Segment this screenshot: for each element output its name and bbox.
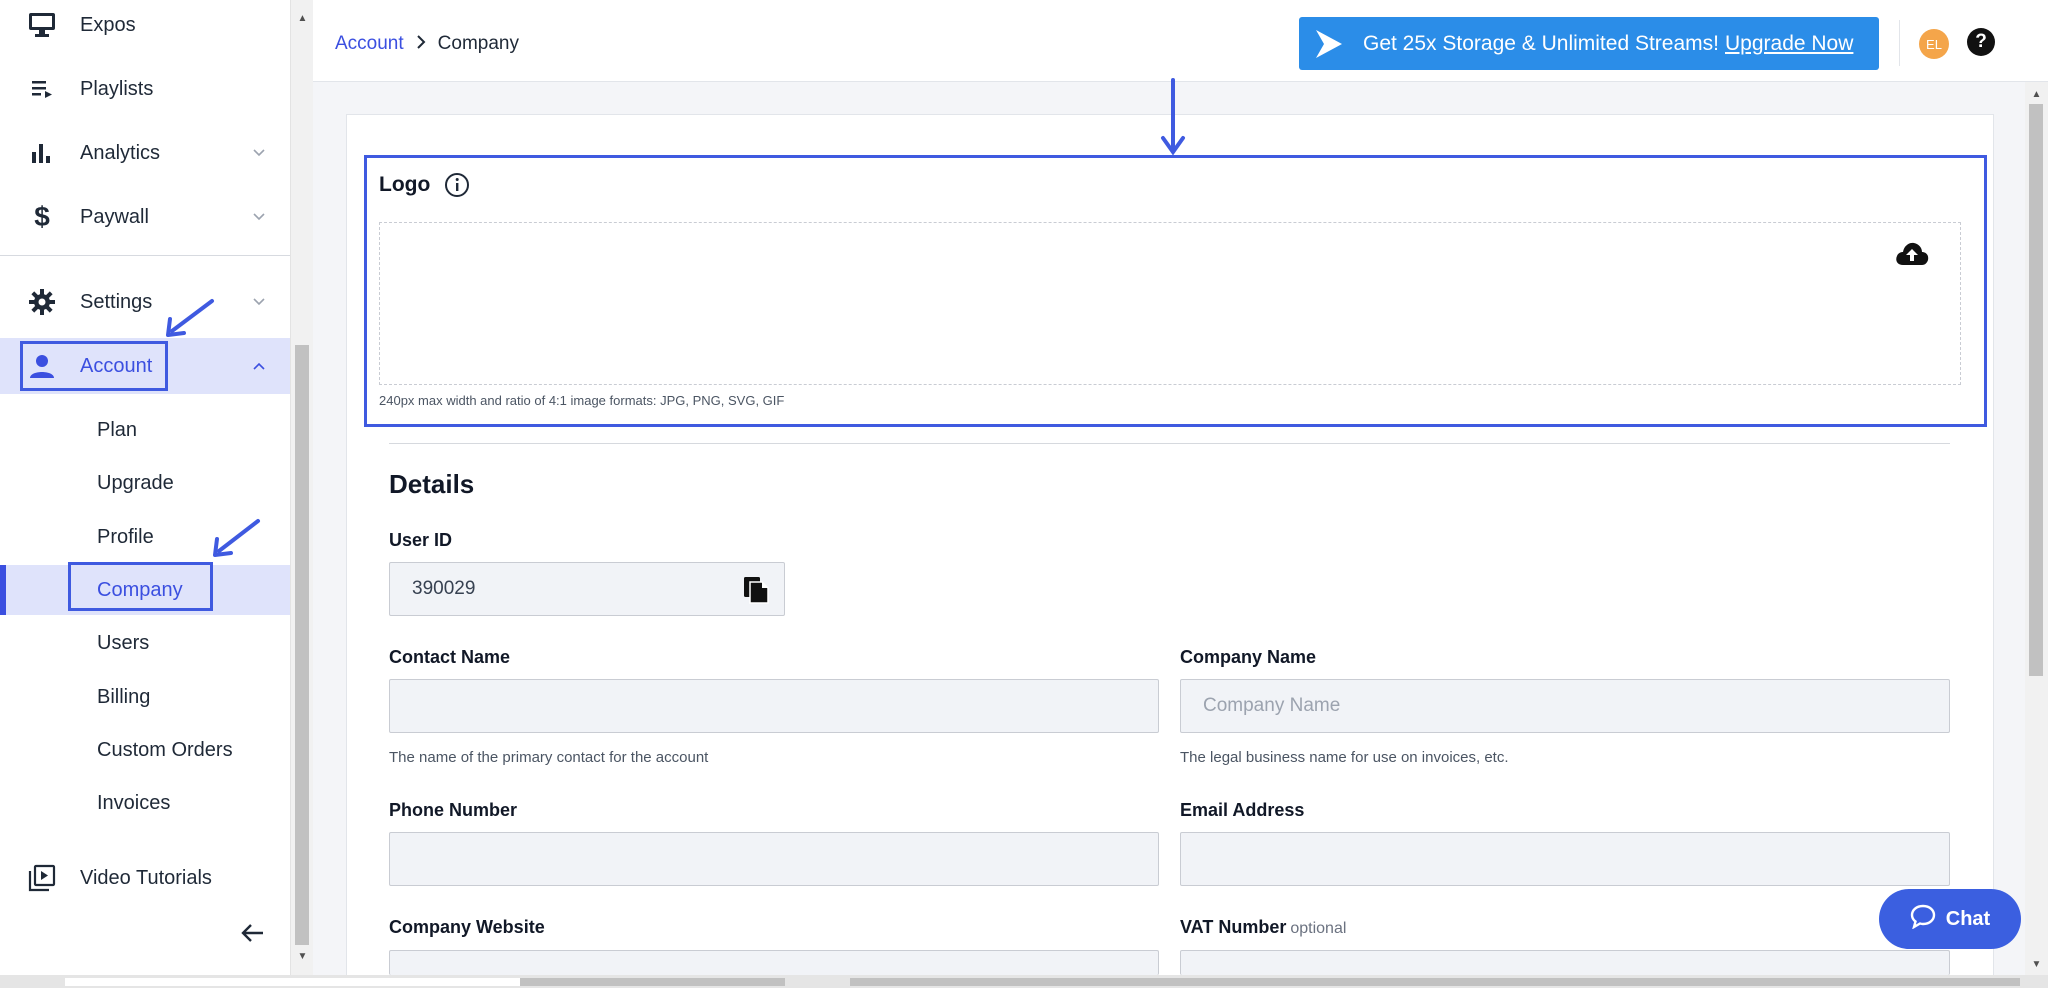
chat-bubble-icon — [1910, 903, 1936, 935]
chevron-down-icon — [252, 295, 266, 309]
sidebar: Expos Playlists Analytics $ Paywall Sett… — [0, 0, 290, 975]
header-divider — [1899, 20, 1900, 66]
annotation-arrow-company — [213, 519, 260, 557]
horizontal-scroll-segment — [520, 978, 785, 986]
sidebar-item-analytics[interactable]: Analytics — [0, 125, 290, 181]
sidebar-subitem-invoices[interactable]: Invoices — [0, 778, 290, 828]
sidebar-item-label: Settings — [80, 290, 153, 313]
main-scrollbar[interactable]: ▲ ▼ — [2025, 82, 2048, 975]
bar-chart-icon — [26, 137, 58, 169]
upgrade-promo-banner[interactable]: Get 25x Storage & Unlimited Streams! Upg… — [1299, 17, 1879, 70]
sidebar-scroll-thumb[interactable] — [295, 345, 309, 945]
scroll-down-arrow-icon[interactable]: ▼ — [291, 946, 314, 966]
sidebar-item-label: Analytics — [80, 141, 161, 164]
video-library-icon — [26, 862, 58, 894]
company-website-label: Company Website — [389, 917, 545, 937]
sidebar-item-expos[interactable]: Expos — [0, 0, 290, 53]
chevron-right-icon — [416, 32, 426, 55]
sidebar-item-paywall[interactable]: $ Paywall — [0, 189, 290, 245]
help-icon[interactable]: ? — [1967, 28, 1995, 56]
sidebar-item-settings[interactable]: Settings — [0, 274, 290, 330]
user-id-value: 390029 — [412, 578, 476, 599]
logo-dropzone[interactable] — [379, 222, 1961, 385]
contact-name-label: Contact Name — [389, 647, 511, 667]
vat-number-field[interactable] — [1180, 950, 1950, 975]
cloud-upload-icon[interactable] — [1894, 239, 1930, 269]
sidebar-item-label: Expos — [80, 13, 136, 36]
horizontal-scroll-thumb[interactable] — [65, 978, 520, 986]
email-address-field[interactable] — [1180, 832, 1950, 886]
dollar-icon: $ — [34, 201, 50, 232]
sidebar-subitem-label: Profile — [97, 525, 154, 548]
section-divider — [389, 443, 1950, 444]
sidebar-item-playlists[interactable]: Playlists — [0, 61, 290, 117]
company-name-help: The legal business name for use on invoi… — [1180, 749, 1509, 766]
top-header: Account Company Get 25x Storage & Unlimi… — [313, 0, 2048, 82]
breadcrumb: Account Company — [335, 32, 519, 55]
sidebar-divider — [0, 255, 290, 256]
sidebar-scrollbar[interactable]: ▲ ▼ — [290, 0, 313, 975]
breadcrumb-account-link[interactable]: Account — [335, 33, 404, 55]
playlist-icon — [26, 73, 58, 105]
chevron-up-icon — [252, 359, 266, 373]
chat-button[interactable]: Chat — [1879, 889, 2021, 949]
chevron-down-icon — [252, 146, 266, 160]
logo-title: Logo — [379, 173, 431, 196]
sidebar-item-label: Playlists — [80, 77, 154, 100]
details-heading: Details — [389, 469, 475, 499]
sidebar-subitem-label: Custom Orders — [97, 738, 233, 761]
promo-text: Get 25x Storage & Unlimited Streams! — [1363, 31, 1719, 55]
breadcrumb-current: Company — [437, 32, 519, 54]
avatar[interactable]: EL — [1919, 29, 1949, 59]
copy-icon[interactable] — [742, 575, 770, 605]
monitor-icon — [26, 9, 58, 41]
sidebar-item-label: Paywall — [80, 205, 149, 228]
sidebar-subitem-label: Invoices — [97, 791, 171, 814]
contact-name-help: The name of the primary contact for the … — [389, 749, 709, 766]
collapse-sidebar-arrow-icon[interactable] — [238, 918, 268, 948]
annotation-box-company — [68, 562, 213, 611]
scroll-up-arrow-icon[interactable]: ▲ — [2025, 84, 2048, 104]
scroll-down-arrow-icon[interactable]: ▼ — [2025, 954, 2048, 974]
phone-number-label: Phone Number — [389, 800, 518, 820]
brand-logo-icon — [1309, 24, 1349, 64]
info-icon[interactable] — [444, 172, 470, 198]
sidebar-item-video-tutorials[interactable]: Video Tutorials — [0, 850, 290, 906]
gear-icon — [26, 286, 58, 318]
sidebar-subitem-custom-orders[interactable]: Custom Orders — [0, 725, 290, 775]
user-id-label: User ID — [389, 530, 453, 550]
contact-name-field[interactable] — [389, 679, 1159, 733]
sidebar-subitem-label: Users — [97, 631, 150, 654]
annotation-box-account — [20, 341, 168, 391]
horizontal-scrollbar[interactable] — [0, 975, 2048, 988]
vat-number-label-text: VAT Number — [1180, 917, 1287, 937]
company-name-label: Company Name — [1180, 647, 1317, 667]
company-name-field[interactable]: Company Name — [1180, 679, 1950, 733]
logo-format-hint: 240px max width and ratio of 4:1 image f… — [379, 393, 785, 408]
annotation-arrow-account — [166, 299, 214, 337]
scroll-up-arrow-icon[interactable]: ▲ — [291, 8, 314, 28]
sidebar-item-label: Video Tutorials — [80, 866, 212, 889]
sidebar-subitem-users[interactable]: Users — [0, 618, 290, 668]
vat-number-label: VAT Number optional — [1180, 917, 1346, 938]
optional-tag: optional — [1290, 920, 1347, 937]
company-name-placeholder: Company Name — [1203, 695, 1341, 716]
chevron-down-icon — [252, 210, 266, 224]
annotation-arrow-logo — [1161, 78, 1185, 156]
sidebar-subitem-upgrade[interactable]: Upgrade — [0, 458, 290, 508]
user-id-field: 390029 — [389, 562, 785, 616]
chat-label: Chat — [1945, 907, 1991, 930]
email-address-label: Email Address — [1180, 800, 1305, 820]
sidebar-subitem-label: Upgrade — [97, 471, 174, 494]
logo-heading: Logo — [379, 172, 470, 198]
phone-number-field[interactable] — [389, 832, 1159, 886]
sidebar-subitem-billing[interactable]: Billing — [0, 672, 290, 722]
company-website-field[interactable] — [389, 950, 1159, 975]
sidebar-subitem-plan[interactable]: Plan — [0, 405, 290, 455]
sidebar-subitem-label: Plan — [97, 418, 138, 441]
main-scroll-thumb[interactable] — [2029, 104, 2043, 676]
horizontal-scroll-segment — [850, 978, 2020, 986]
sidebar-subitem-label: Billing — [97, 685, 151, 708]
upgrade-now-link[interactable]: Upgrade Now — [1725, 32, 1853, 56]
